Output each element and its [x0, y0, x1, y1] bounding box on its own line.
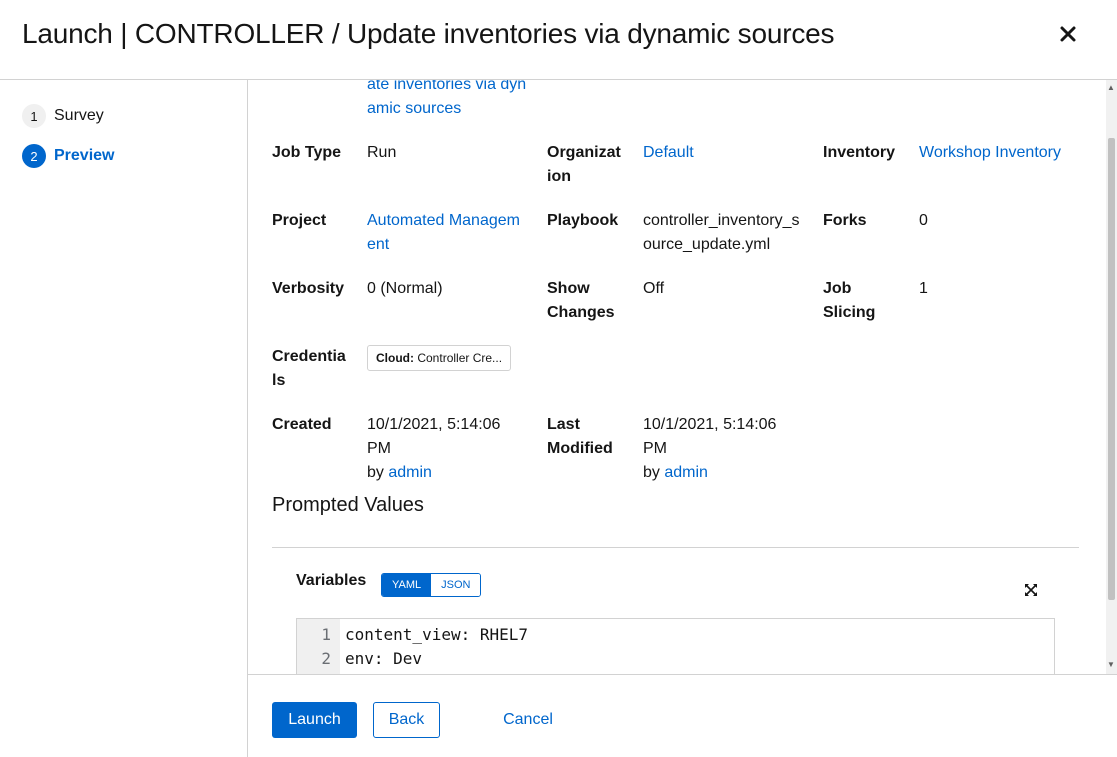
variables-label: Variables [296, 572, 367, 589]
show-changes-value: Off [643, 280, 665, 297]
code-line: content_view: RHEL7 [345, 625, 529, 644]
modified-by-user-link[interactable]: admin [664, 464, 708, 481]
created-label: Created [272, 416, 332, 433]
json-toggle-button[interactable]: JSON [431, 574, 481, 596]
playbook-value-line: controller_inventory_s [643, 212, 800, 229]
playbook-value-line: ource_update.yml [643, 236, 771, 253]
credential-type: Cloud: [376, 351, 414, 365]
label-line: Credentia [272, 348, 346, 365]
back-button[interactable]: Back [373, 702, 440, 738]
created-by-user-link[interactable]: admin [388, 464, 432, 481]
wizard-step-survey[interactable]: 1 Survey [22, 104, 104, 128]
name-value-line: ate inventories via dyn [367, 80, 527, 93]
label-line: Slicing [823, 304, 876, 321]
credential-name: Controller Cre... [417, 351, 503, 365]
created-date: 10/1/2021, 5:14:06 PM [367, 416, 501, 457]
preview-content[interactable]: ate inventories via dyn amic sources Job… [248, 80, 1106, 674]
variables-mode-toggle: YAML JSON [381, 573, 482, 597]
organization-label: Organizat ion [547, 141, 642, 189]
variables-code-editor[interactable]: 1 2 content_view: RHEL7 env: Dev [296, 618, 1055, 674]
label-line: ls [272, 372, 286, 389]
project-value-line: Automated Managem [367, 212, 520, 229]
job-type-label: Job Type [272, 144, 342, 161]
yaml-toggle-button[interactable]: YAML [382, 574, 432, 596]
last-modified-value: 10/1/2021, 5:14:06 PM by admin [643, 413, 803, 485]
scroll-down-icon[interactable]: ▼ [1107, 661, 1115, 669]
inventory-link[interactable]: Workshop Inventory [919, 141, 1089, 165]
step-label: Preview [54, 147, 115, 164]
line-number: 1 [321, 625, 331, 644]
label-line: Modified [547, 440, 613, 457]
by-text: by [643, 464, 660, 481]
project-value-line: ent [367, 236, 390, 253]
launch-button[interactable]: Launch [272, 702, 357, 738]
label-line: Organizat [547, 144, 621, 161]
close-icon [1060, 26, 1076, 42]
forks-label: Forks [823, 212, 867, 229]
job-slicing-label: Job Slicing [823, 277, 918, 325]
forks-value: 0 [919, 212, 928, 229]
job-slicing-value: 1 [919, 280, 928, 297]
modified-by: by admin [643, 461, 803, 485]
step-number: 1 [22, 104, 46, 128]
label-line: Last [547, 416, 580, 433]
verbosity-label: Verbosity [272, 280, 345, 297]
created-by: by admin [367, 461, 527, 485]
close-button[interactable] [1056, 22, 1080, 46]
prompted-values-title: Prompted Values [272, 494, 424, 516]
label-line: ion [547, 168, 571, 185]
modified-date: 10/1/2021, 5:14:06 PM [643, 416, 777, 457]
scroll-up-icon[interactable]: ▲ [1107, 84, 1115, 92]
step-number: 2 [22, 144, 46, 168]
modal-header: Launch | CONTROLLER / Update inventories… [0, 0, 1117, 80]
name-value-line: amic sources [367, 100, 462, 117]
credential-chip: Cloud: Controller Cre... [367, 345, 512, 371]
label-line: Show [547, 280, 590, 297]
credentials-label: Credentia ls [272, 345, 367, 393]
cancel-button[interactable]: Cancel [496, 702, 560, 738]
expand-icon [1025, 584, 1037, 596]
label-line: Changes [547, 304, 615, 321]
job-type-value: Run [367, 144, 397, 161]
wizard-step-preview[interactable]: 2 Preview [22, 144, 114, 168]
modal-title: Launch | CONTROLLER / Update inventories… [22, 18, 835, 49]
code-line: env: Dev [345, 649, 423, 668]
inventory-label: Inventory [823, 144, 896, 161]
content-scrollbar[interactable]: ▲ ▼ [1106, 80, 1117, 674]
wizard-nav: 1 Survey 2 Preview [0, 80, 248, 757]
line-number: 2 [321, 649, 331, 668]
by-text: by [367, 464, 384, 481]
last-modified-label: Last Modified [547, 413, 642, 461]
step-label: Survey [54, 107, 104, 124]
verbosity-value: 0 (Normal) [367, 280, 443, 297]
modal-footer: Launch Back Cancel [248, 674, 1117, 757]
project-label: Project [272, 212, 327, 229]
label-line: Job [823, 280, 852, 297]
name-value-link[interactable]: ate inventories via dyn amic sources [367, 80, 527, 121]
expand-editor-button[interactable] [1023, 582, 1039, 598]
organization-link[interactable]: Default [643, 141, 803, 165]
section-divider [272, 547, 1079, 548]
playbook-label: Playbook [547, 212, 619, 229]
show-changes-label: Show Changes [547, 277, 642, 325]
scrollbar-thumb[interactable] [1108, 138, 1115, 600]
created-value: 10/1/2021, 5:14:06 PM by admin [367, 413, 527, 485]
playbook-value: controller_inventory_s ource_update.yml [643, 209, 803, 257]
project-link[interactable]: Automated Managem ent [367, 209, 527, 257]
